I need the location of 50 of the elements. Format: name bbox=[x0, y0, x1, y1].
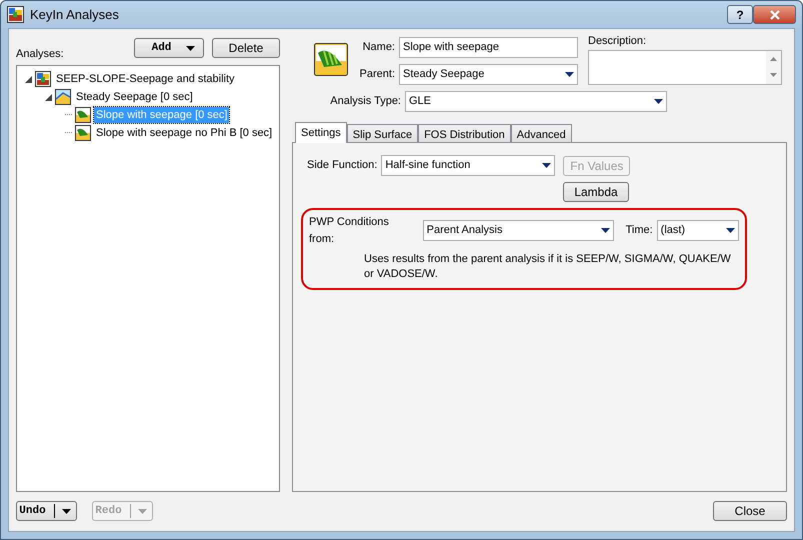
lambda-button[interactable]: Lambda bbox=[563, 182, 629, 202]
caret-icon bbox=[726, 228, 735, 233]
tree-item[interactable]: Slope with seepage no Phi B [0 sec] bbox=[94, 124, 274, 142]
caret-icon bbox=[186, 46, 195, 50]
close-icon bbox=[768, 10, 780, 20]
slope-icon bbox=[75, 125, 91, 141]
time-label: Time: bbox=[626, 223, 653, 238]
tree-item[interactable]: SEEP-SLOPE-Seepage and stability bbox=[54, 70, 237, 88]
scroll-down-icon[interactable] bbox=[770, 73, 777, 78]
caret-icon bbox=[600, 228, 610, 233]
slope-icon bbox=[314, 42, 348, 76]
expanded-icon[interactable] bbox=[25, 76, 32, 82]
name-label: Name: bbox=[362, 40, 395, 56]
caret-icon bbox=[138, 508, 147, 514]
project-icon bbox=[35, 71, 51, 87]
time-dropdown[interactable]: (last) bbox=[656, 220, 739, 241]
tab[interactable]: FOS Distribution bbox=[418, 124, 511, 142]
caret-icon bbox=[62, 508, 71, 514]
description-label: Description: bbox=[588, 34, 648, 49]
analysis-type-dropdown[interactable]: GLE bbox=[405, 91, 667, 112]
undo-button[interactable]: Undo bbox=[16, 501, 77, 521]
analyses-label: Analyses: bbox=[16, 46, 64, 62]
tree-item[interactable]: Steady Seepage [0 sec] bbox=[74, 88, 195, 106]
expanded-icon[interactable] bbox=[45, 94, 52, 100]
help-button[interactable]: ? bbox=[727, 5, 753, 24]
caret-icon bbox=[542, 163, 552, 168]
seepage-icon bbox=[55, 89, 71, 105]
parent-label: Parent: bbox=[358, 67, 395, 82]
slope-icon bbox=[75, 107, 91, 123]
caret-icon bbox=[654, 99, 663, 104]
name-field[interactable]: Slope with seepage bbox=[399, 37, 578, 58]
window-title: KeyIn Analyses bbox=[30, 6, 119, 24]
close-dialog-button[interactable]: Close bbox=[713, 501, 787, 521]
close-button[interactable] bbox=[753, 5, 796, 24]
description-field[interactable] bbox=[588, 50, 782, 84]
app-icon bbox=[7, 6, 24, 23]
parent-dropdown[interactable]: Steady Seepage bbox=[399, 64, 578, 85]
pwp-conditions-dropdown[interactable]: Parent Analysis bbox=[422, 220, 614, 241]
tab[interactable]: Settings bbox=[295, 122, 347, 143]
pwp-note: Uses results from the parent analysis if it is SEEP/W, SIGMA/W, QUAKE/W or VADOSE/W. bbox=[364, 252, 732, 282]
tab[interactable]: Slip Surface bbox=[346, 124, 418, 142]
side-function-label: Side Function: bbox=[307, 158, 378, 174]
analysis-type-label: Analysis Type: bbox=[329, 94, 401, 110]
side-function-dropdown[interactable]: Half-sine function bbox=[381, 155, 556, 176]
add-button[interactable]: Add bbox=[134, 38, 204, 58]
caret-icon bbox=[565, 72, 574, 77]
pwp-conditions-label: PWP Conditions from: bbox=[309, 215, 390, 246]
delete-button[interactable]: Delete bbox=[212, 38, 280, 58]
scroll-up-icon[interactable] bbox=[770, 56, 777, 61]
tab[interactable]: Advanced bbox=[510, 124, 572, 142]
